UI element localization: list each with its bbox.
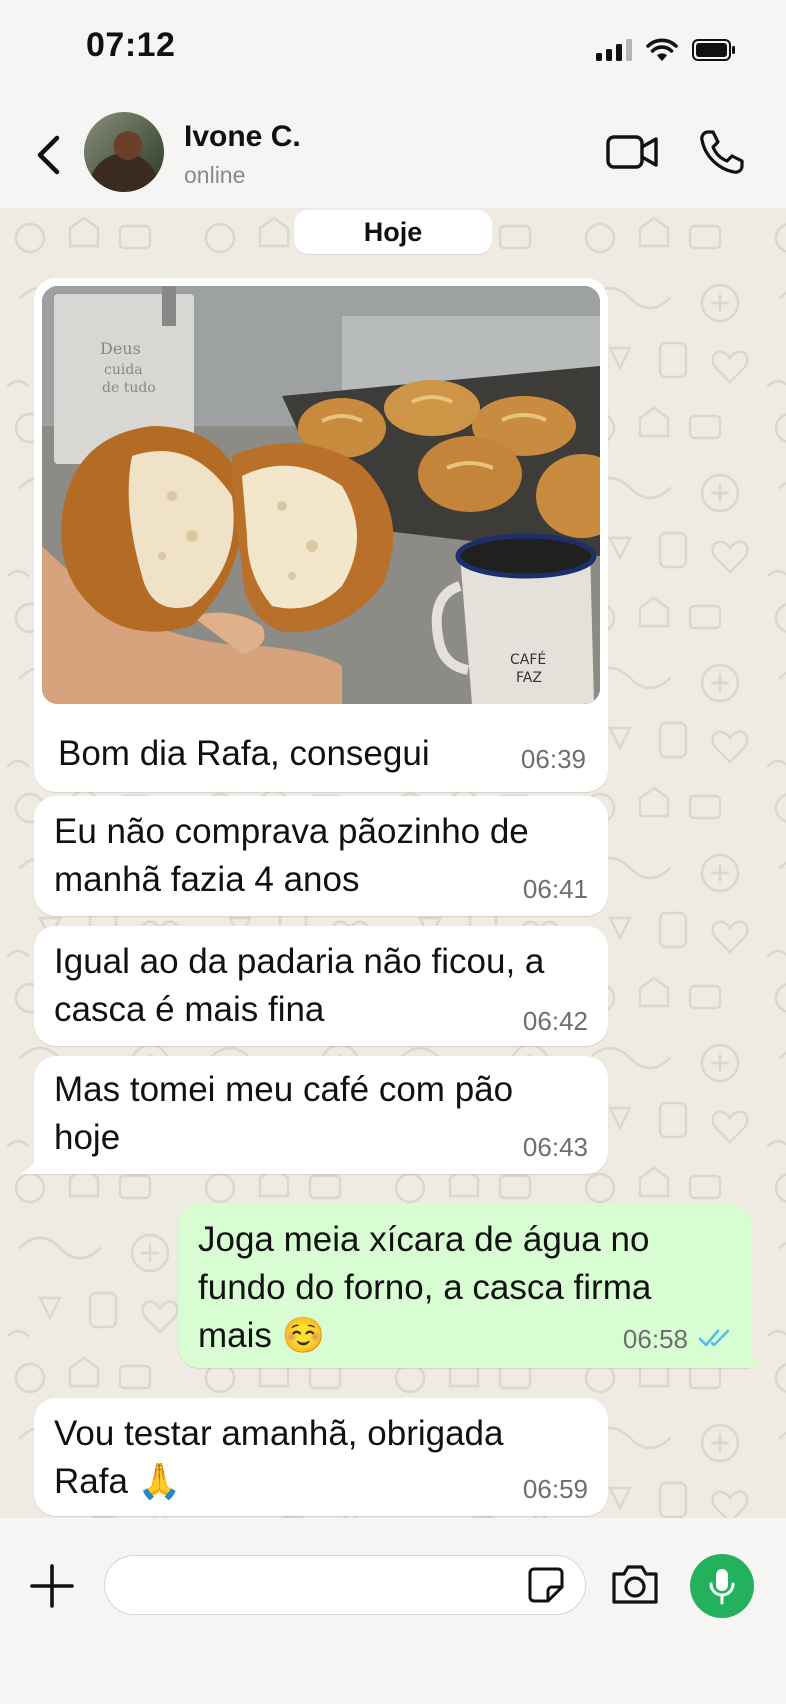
contact-status: online [184, 162, 246, 188]
message-time: 06:43 [522, 1132, 588, 1162]
message-bubble-incoming[interactable]: Igual ao da padaria não ficou, a casca é… [34, 926, 608, 1046]
camera-button[interactable] [610, 1562, 660, 1606]
message-text-line: mais ☺️ [198, 1316, 326, 1355]
message-text-line: Igual ao da padaria não ficou, a [54, 942, 545, 981]
message-text-line: casca é mais fina [54, 990, 325, 1029]
contact-name[interactable]: Ivone C. [184, 120, 301, 154]
message-input[interactable] [104, 1555, 586, 1615]
svg-text:Deus: Deus [100, 339, 141, 358]
shared-photo[interactable]: Deus cuida de tudo CAFÉ FAZ [42, 286, 600, 704]
message-time: 06:42 [522, 1006, 588, 1036]
attach-plus-button[interactable] [28, 1562, 76, 1610]
voice-message-button[interactable] [690, 1554, 754, 1618]
bubble-tail [20, 1156, 40, 1174]
contact-avatar[interactable] [84, 112, 164, 192]
svg-text:FAZ: FAZ [516, 670, 542, 686]
message-bubble-incoming[interactable]: Vou testar amanhã, obrigada Rafa 🙏 06:59 [34, 1398, 608, 1516]
message-text-line: fundo do forno, a casca firma [198, 1268, 652, 1307]
message-text-line: Vou testar amanhã, obrigada [54, 1414, 504, 1453]
chat-area[interactable]: Hoje Deus cuida de tudo CAFÉ FAZ Bom dia… [0, 208, 786, 1518]
svg-text:CAFÉ: CAFÉ [510, 651, 546, 668]
message-text-line: Joga meia xícara de água no [198, 1220, 650, 1259]
message-composer [0, 1518, 786, 1704]
message-time: 06:41 [522, 874, 588, 904]
message-bubble-incoming[interactable]: Deus cuida de tudo CAFÉ FAZ Bom dia Rafa… [34, 278, 608, 792]
status-bar: 07:12 [0, 0, 786, 100]
message-caption: Bom dia Rafa, consegui [58, 734, 430, 773]
video-call-button[interactable] [606, 132, 658, 172]
svg-text:cuida: cuida [104, 362, 143, 378]
message-text-line: hoje [54, 1118, 121, 1157]
message-time: 06:59 [522, 1474, 588, 1504]
message-time: 06:39 [520, 744, 586, 774]
message-text-line: Rafa 🙏 [54, 1462, 182, 1501]
message-bubble-incoming[interactable]: Eu não comprava pãozinho de manhã fazia … [34, 796, 608, 916]
bubble-tail [746, 1350, 766, 1368]
date-chip: Hoje [294, 210, 492, 254]
status-icons [596, 38, 736, 62]
battery-icon [692, 39, 735, 61]
sticker-button[interactable] [526, 1565, 566, 1605]
back-chevron-icon [37, 135, 60, 175]
message-text-line: Eu não comprava pãozinho de [54, 812, 529, 851]
cellular-signal-icon [596, 39, 632, 61]
message-text-line: Mas tomei meu café com pão [54, 1070, 514, 1109]
chat-header: Ivone C. online [0, 100, 786, 208]
message-bubble-outgoing[interactable]: Joga meia xícara de água no fundo do for… [178, 1204, 766, 1368]
wifi-icon [646, 38, 678, 61]
svg-text:de tudo: de tudo [102, 380, 156, 396]
status-time: 07:12 [86, 26, 176, 64]
read-receipt-icon [698, 1329, 730, 1347]
back-button[interactable] [28, 130, 68, 180]
message-time: 06:58 [622, 1324, 688, 1354]
message-bubble-incoming[interactable]: Mas tomei meu café com pão hoje 06:43 [20, 1056, 608, 1174]
voice-call-button[interactable] [698, 128, 746, 176]
message-text-line: manhã fazia 4 anos [54, 860, 360, 899]
microphone-icon [709, 1569, 735, 1605]
bread-photo-image: Deus cuida de tudo CAFÉ FAZ [42, 286, 600, 704]
